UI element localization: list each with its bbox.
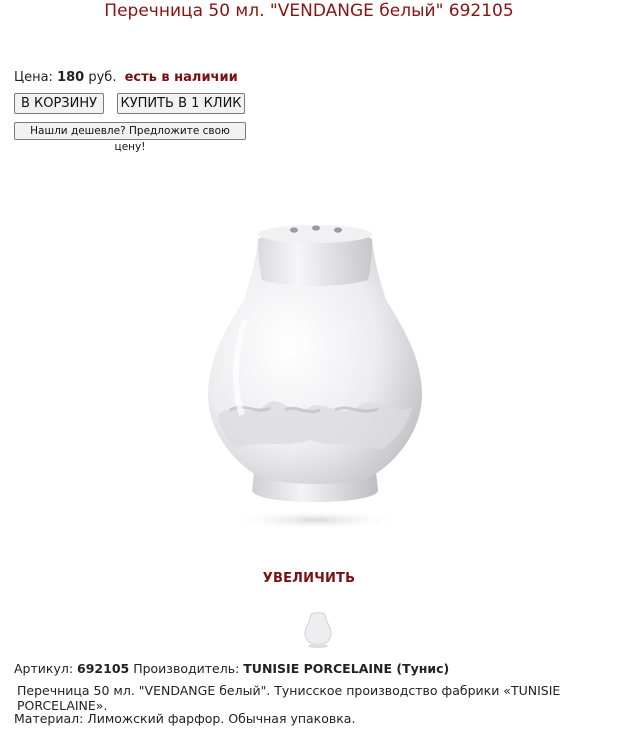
article-label: Артикул: — [14, 661, 74, 676]
article-maker-row: Артикул: 692105 Производитель: TUNISIE P… — [14, 661, 449, 676]
price-label: Цена: — [14, 70, 53, 85]
material-info: Материал: Лиможский фарфор. Обычная упак… — [14, 711, 356, 726]
buy-one-click-button[interactable]: КУПИТЬ В 1 КЛИК — [117, 93, 245, 114]
page-title: Перечница 50 мл. "VENDANGE белый" 692105 — [104, 1, 514, 21]
price-currency: руб. — [88, 70, 117, 85]
product-description: Перечница 50 мл. "VENDANGE белый". Тунис… — [17, 683, 561, 713]
availability-status: есть в наличии — [124, 70, 238, 85]
offer-price-button[interactable]: Нашли дешевле? Предложите свою цену! — [14, 122, 246, 153]
maker-label: Производитель: — [133, 661, 240, 676]
add-to-cart-button[interactable]: В КОРЗИНУ — [14, 93, 104, 114]
price-row: Цена: 180 руб. есть в наличии — [14, 70, 238, 85]
product-image[interactable] — [190, 210, 440, 540]
article-value: 692105 — [77, 661, 130, 676]
product-thumbnail[interactable] — [303, 611, 333, 649]
maker-value: TUNISIE PORCELAINE (Тунис) — [243, 661, 450, 676]
zoom-link[interactable]: УВЕЛИЧИТЬ — [0, 571, 618, 586]
price-amount: 180 — [57, 70, 85, 85]
